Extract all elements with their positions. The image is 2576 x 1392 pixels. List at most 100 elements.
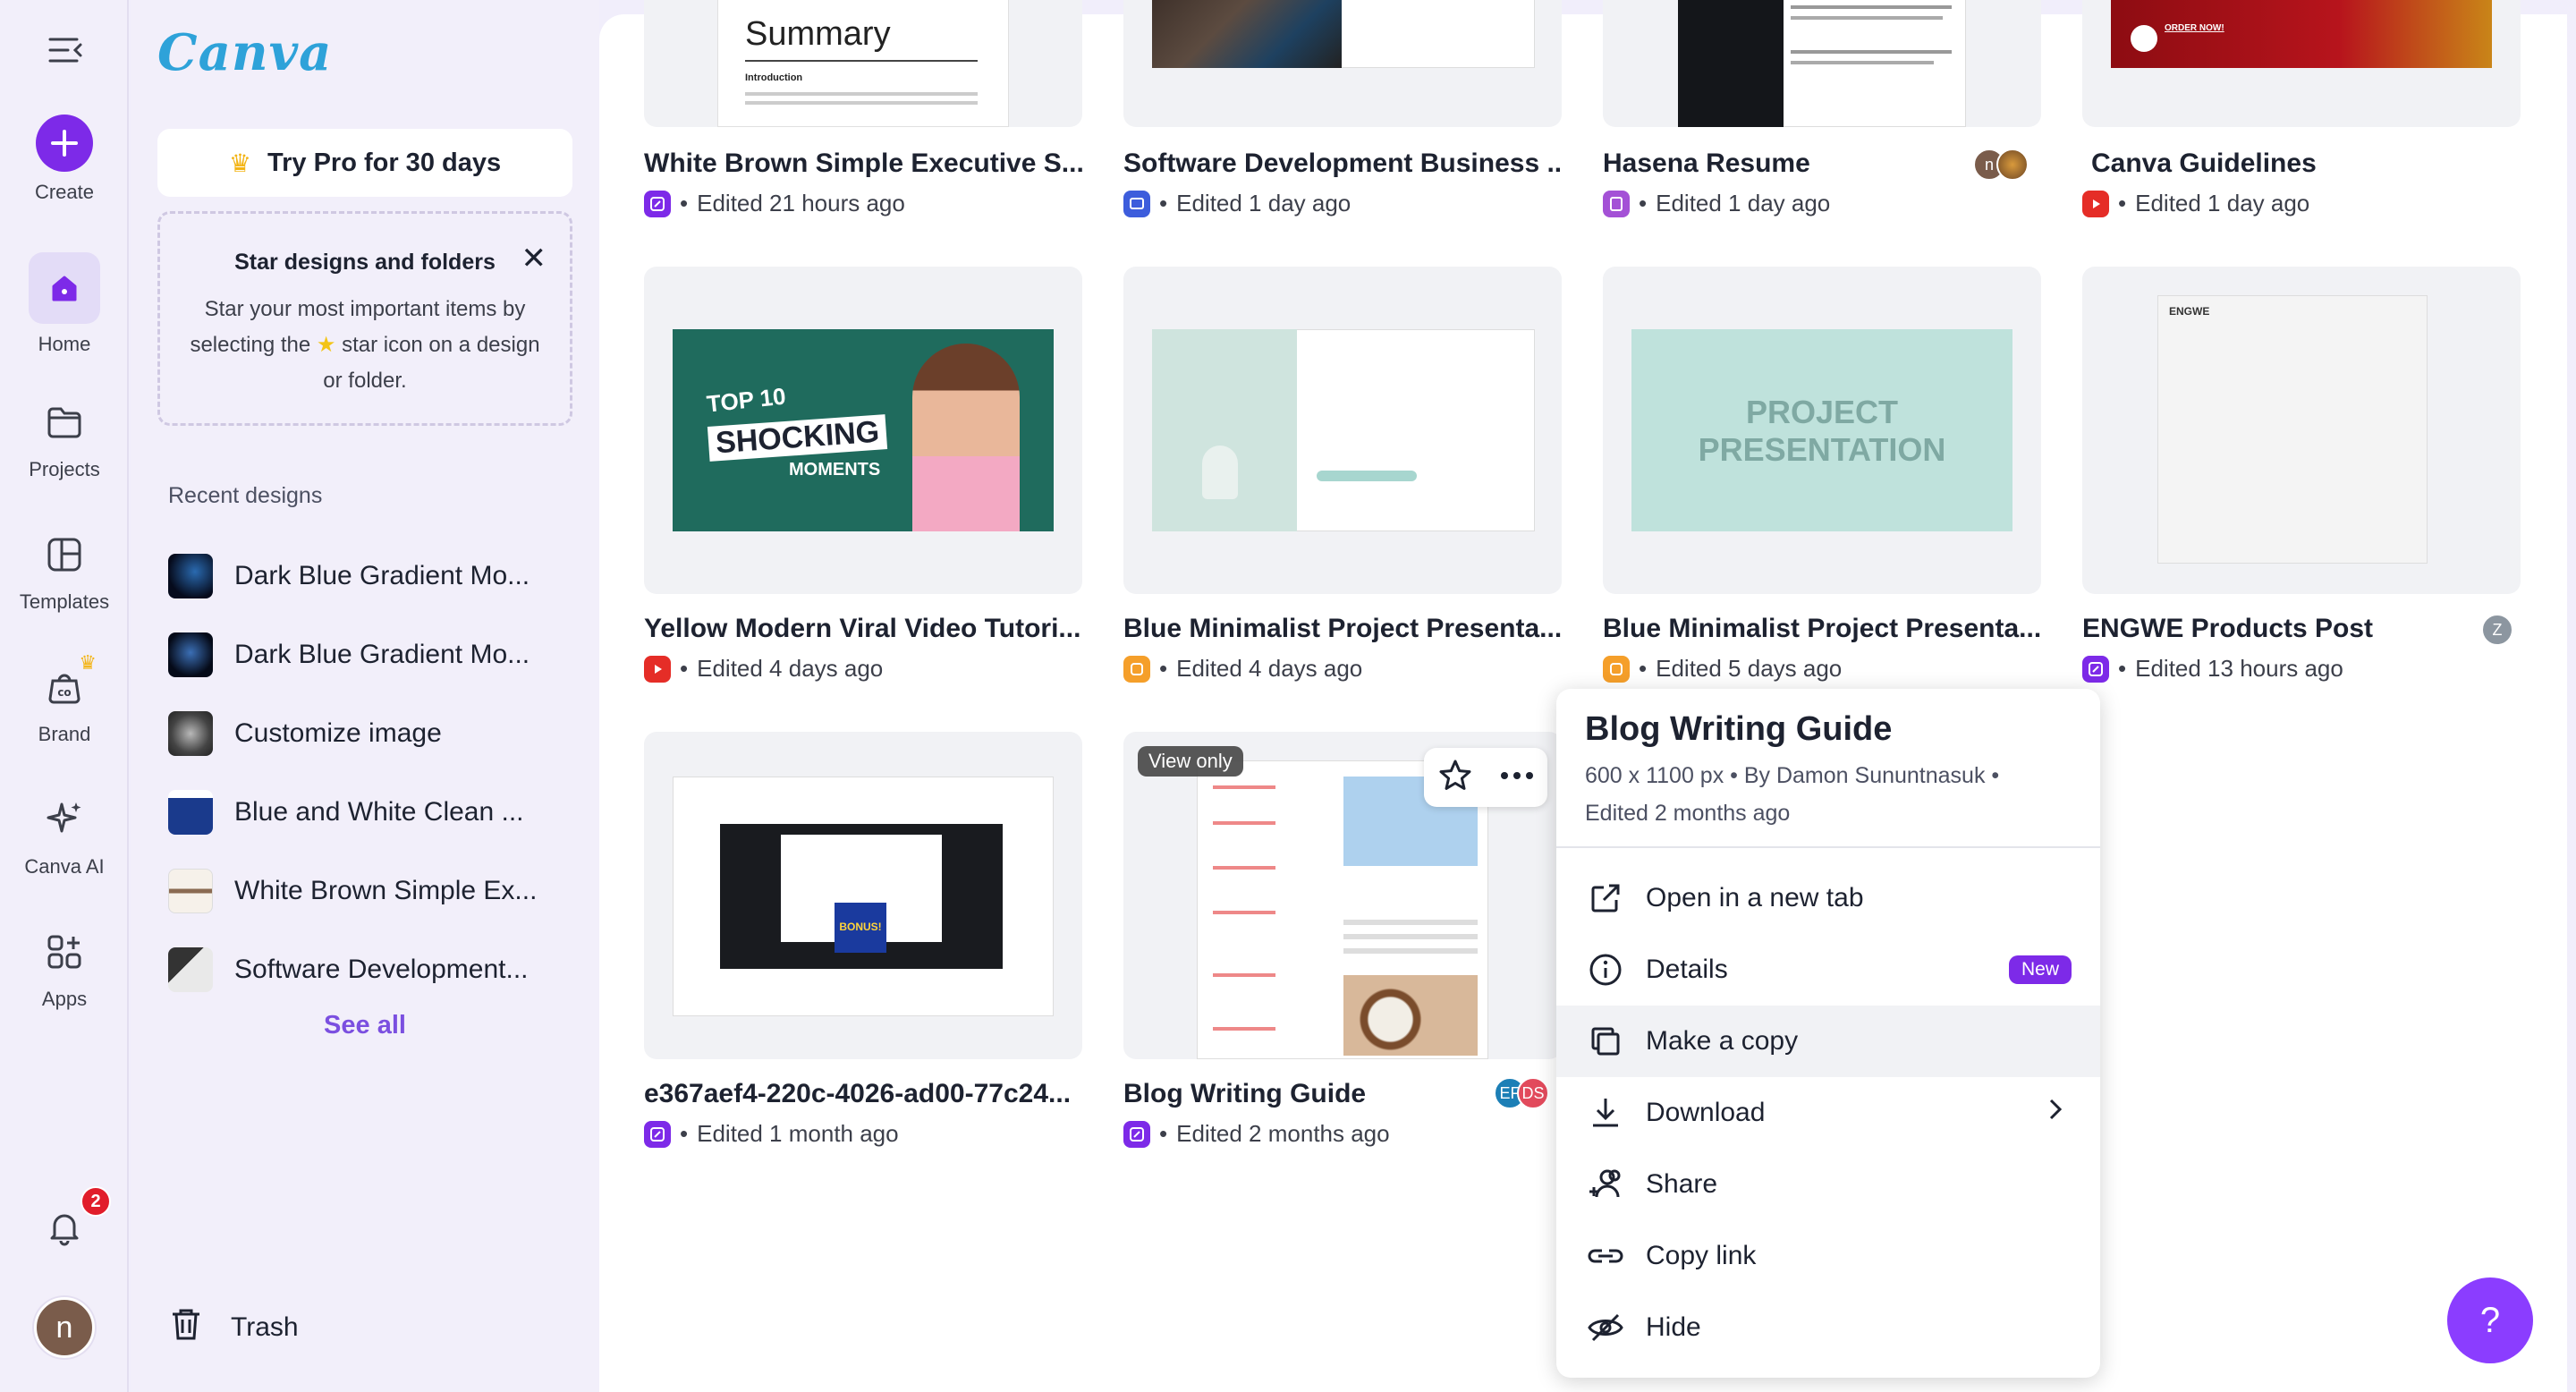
close-icon[interactable]: ✕ [521,241,547,276]
apps-icon [36,923,93,980]
edited-time: Edited 1 month ago [697,1120,899,1147]
design-thumbnail[interactable] [1123,267,1562,594]
new-badge: New [2008,955,2072,984]
design-thumbnail[interactable]: ORDER NOW! [2082,0,2521,127]
rail-templates-label: Templates [19,590,110,613]
doc-type-icon [2082,655,2109,683]
thumb-bonus: BONUS! [835,903,886,953]
rail-canva-ai-button[interactable]: Canva AI [0,791,129,878]
home-icon [29,252,100,324]
star-icon[interactable] [1437,758,1473,798]
recent-design-item[interactable]: Dark Blue Gradient Mo... [168,615,580,694]
rail-brand-button[interactable]: co ♛ Brand [0,651,129,746]
design-meta: • Edited 1 day ago [2082,190,2309,217]
design-thumbnail[interactable]: Summary Introduction [644,0,1082,127]
design-title[interactable]: Canva Guidelines [2091,149,2529,179]
star-card-line-1: Star your most important items by [204,297,526,321]
recent-design-item[interactable]: Blue and White Clean ... [168,773,580,852]
design-thumbnail[interactable] [1603,0,2041,127]
presentation-icon [1123,190,1150,217]
star-designs-card: ✕ Star designs and folders Star your mos… [157,211,572,426]
design-title[interactable]: Yellow Modern Viral Video Tutori... [644,614,1082,644]
doc-type-icon [1123,1120,1150,1148]
trash-button[interactable]: Trash [168,1306,299,1349]
star-icon: ★ [316,333,336,357]
collapse-menu-icon[interactable] [47,34,84,66]
design-thumbnail[interactable]: TOP 10 SHOCKING MOMENTS [644,267,1082,594]
edited-time: Edited 2 months ago [1176,1120,1390,1147]
notifications-button[interactable] [0,1199,129,1263]
star-card-title: Star designs and folders [234,250,496,275]
canva-logo[interactable]: Canva [157,23,332,82]
doc-type-icon [644,190,671,217]
design-thumbnail[interactable] [1123,0,1562,127]
download-icon [1585,1092,1626,1133]
rail-create-label: Create [34,181,95,203]
try-pro-button[interactable]: ♛ Try Pro for 30 days [157,129,572,197]
design-meta: • Edited 5 days ago [1603,655,1842,683]
chevron-right-icon [2046,1097,2064,1129]
recent-design-item[interactable]: White Brown Simple Ex... [168,852,580,930]
design-title[interactable]: Blue Minimalist Project Presenta... [1123,614,1562,644]
edited-time: Edited 4 days ago [1176,655,1363,682]
design-thumbnail[interactable]: ENGWE [2082,267,2521,594]
templates-icon [36,526,93,583]
menu-item-open-new-tab[interactable]: Open in a new tab [1556,862,2100,934]
menu-design-details: 600 x 1100 px • By Damon Sununtnasuk • E… [1585,757,2068,832]
design-title[interactable]: e367aef4-220c-4026-ad00-77c24... [644,1079,1082,1109]
rail-templates-button[interactable]: Templates [0,526,129,614]
menu-item-copy-link[interactable]: Copy link [1556,1220,2100,1292]
edited-time: Edited 1 day ago [1656,190,1831,216]
design-context-menu: Blog Writing Guide 600 x 1100 px • By Da… [1556,689,2100,1378]
menu-item-hide[interactable]: Hide [1556,1292,2100,1363]
menu-item-make-copy[interactable]: Make a copy [1556,1006,2100,1077]
folder-icon [36,394,93,451]
design-title[interactable]: White Brown Simple Executive S... [644,149,1082,179]
link-icon [1585,1235,1626,1277]
recent-design-label: Customize image [234,718,442,748]
plus-icon [36,115,93,172]
help-button[interactable]: ? [2447,1277,2533,1363]
design-title[interactable]: Software Development Business ... [1123,149,1562,179]
edited-time: Edited 1 day ago [1176,190,1352,216]
menu-design-title: Blog Writing Guide [1585,710,1893,748]
design-meta: • Edited 4 days ago [1123,655,1362,683]
recent-design-item[interactable]: Customize image [168,694,580,773]
recent-thumb [168,554,213,598]
menu-item-download[interactable]: Download [1556,1077,2100,1149]
doc-type-icon [644,1120,671,1148]
trash-icon [168,1306,204,1349]
design-thumbnail[interactable]: PROJECT PRESENTATION [1603,267,2041,594]
thumb-subheading: Introduction [745,72,803,83]
eye-off-icon [1585,1307,1626,1348]
collaborator-avatar: Z [2481,614,2513,646]
recent-thumb [168,947,213,992]
user-avatar[interactable]: n [34,1297,95,1358]
design-meta: • Edited 2 months ago [1123,1120,1390,1148]
rail-create-button[interactable]: Create [0,115,129,204]
notification-count-badge: 2 [80,1186,111,1217]
rail-home-button[interactable]: Home [0,252,129,356]
see-all-link[interactable]: See all [131,1011,599,1040]
rail-projects-button[interactable]: Projects [0,394,129,481]
menu-item-label: Make a copy [1646,1026,1799,1056]
recent-design-item[interactable]: Dark Blue Gradient Mo... [168,537,580,615]
menu-item-label: Open in a new tab [1646,883,1864,912]
menu-design-size-author: 600 x 1100 px • By Damon Sununtnasuk • [1585,763,2000,788]
thumb-order-text: ORDER NOW! [2165,23,2224,33]
design-thumbnail[interactable]: BONUS! [644,732,1082,1059]
more-options-icon[interactable] [1499,769,1535,785]
design-title[interactable]: Blue Minimalist Project Presenta... [1603,614,2041,644]
thumb-engwe: ENGWE [2169,305,2210,318]
rail-canva-ai-label: Canva AI [24,855,105,878]
recent-design-item[interactable]: Software Development... [168,930,580,1009]
menu-item-share[interactable]: Share [1556,1149,2100,1220]
design-meta: • Edited 1 day ago [1603,190,1830,217]
brand-icon: co ♛ [36,651,97,716]
rail-apps-button[interactable]: Apps [0,923,129,1011]
design-meta: • Edited 13 hours ago [2082,655,2343,683]
thumb-presentation: PRESENTATION [1698,431,1946,468]
design-title[interactable]: ENGWE Products Post [2082,614,2521,644]
menu-item-details[interactable]: Details New [1556,934,2100,1006]
presentation-icon [1123,655,1150,683]
